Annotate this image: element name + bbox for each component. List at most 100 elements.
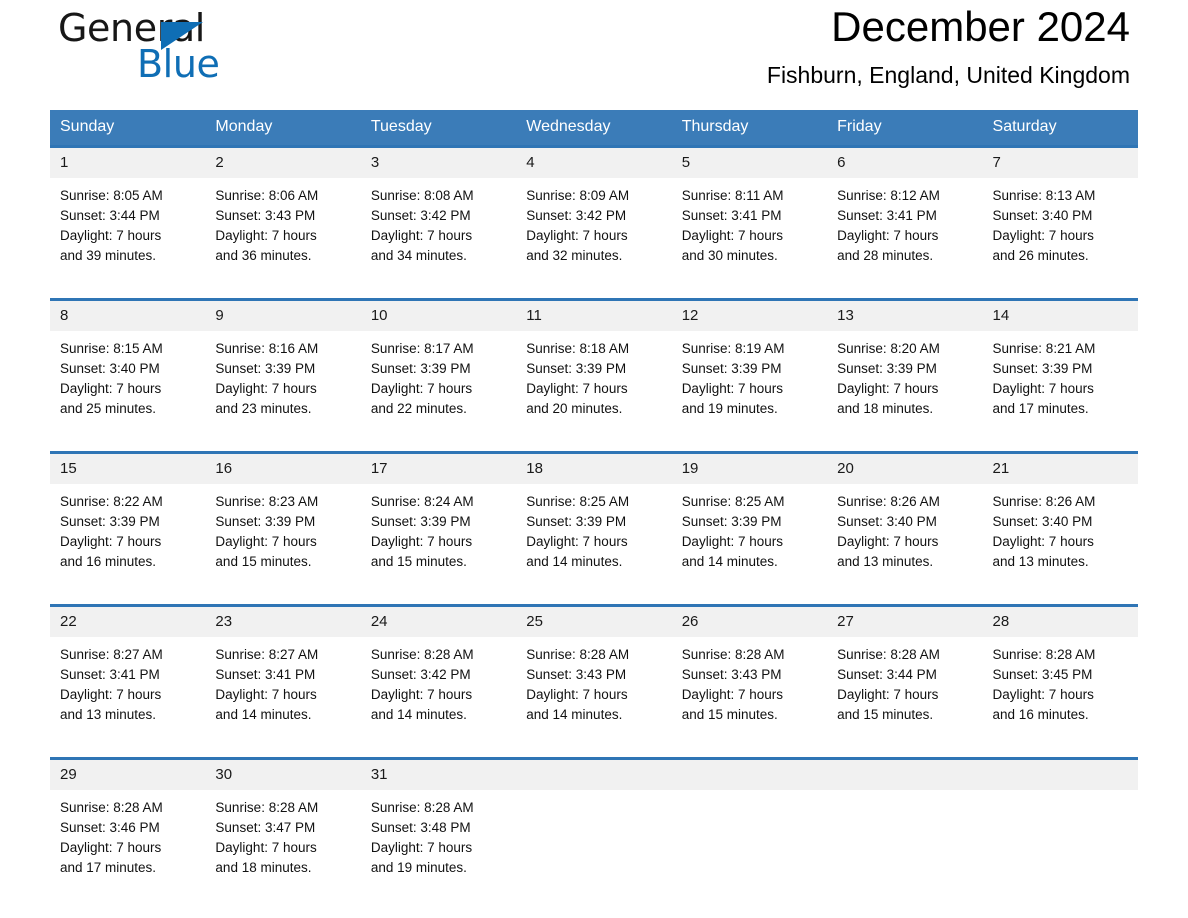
sunset-text: Sunset: 3:39 PM (526, 361, 627, 376)
day-details: Sunrise: 8:25 AM Sunset: 3:39 PM Dayligh… (516, 484, 671, 582)
sunset-text: Sunset: 3:39 PM (370, 514, 471, 529)
daylight-text-line2: and 26 minutes. (992, 248, 1089, 263)
sunset-text: Sunset: 3:40 PM (992, 514, 1093, 529)
day-cell[interactable]: 27 Sunrise: 8:28 AM Sunset: 3:44 PM Dayl… (827, 604, 983, 735)
daylight-text-line1: Daylight: 7 hours (992, 534, 1094, 549)
day-number: 11 (516, 301, 672, 331)
week-row: 22 Sunrise: 8:27 AM Sunset: 3:41 PM Dayl… (50, 604, 1138, 735)
sunrise-text: Sunrise: 8:06 AM (215, 188, 319, 203)
sunset-text: Sunset: 3:41 PM (837, 208, 937, 223)
daylight-text-line1: Daylight: 7 hours (370, 381, 473, 396)
daylight-text-line1: Daylight: 7 hours (526, 534, 628, 549)
sunrise-text: Sunrise: 8:13 AM (992, 188, 1096, 203)
day-cell[interactable]: 7 Sunrise: 8:13 AM Sunset: 3:40 PM Dayli… (982, 145, 1138, 276)
sunset-text: Sunset: 3:42 PM (370, 208, 471, 223)
day-number: 4 (516, 148, 672, 178)
sunset-text: Sunset: 3:42 PM (370, 667, 471, 682)
sunset-text: Sunset: 3:39 PM (681, 514, 782, 529)
sunset-text: Sunset: 3:39 PM (215, 514, 316, 529)
week-spacer-cell (50, 429, 1138, 453)
day-cell[interactable]: 19 Sunrise: 8:25 AM Sunset: 3:39 PM Dayl… (671, 451, 828, 582)
daylight-text-line2: and 15 minutes. (837, 707, 934, 722)
day-cell[interactable]: 31 Sunrise: 8:28 AM Sunset: 3:48 PM Dayl… (360, 757, 517, 888)
calendar-body: 1 Sunrise: 8:05 AM Sunset: 3:44 PM Dayli… (50, 145, 1138, 888)
day-cell-empty (827, 757, 983, 888)
daylight-text-line1: Daylight: 7 hours (60, 534, 162, 549)
daylight-text-line1: Daylight: 7 hours (370, 840, 473, 855)
day-number: 8 (50, 301, 206, 331)
day-cell[interactable]: 4 Sunrise: 8:09 AM Sunset: 3:42 PM Dayli… (516, 145, 672, 276)
day-details: Sunrise: 8:26 AM Sunset: 3:40 PM Dayligh… (827, 484, 982, 582)
daylight-text-line2: and 19 minutes. (681, 401, 778, 416)
day-cell[interactable]: 6 Sunrise: 8:12 AM Sunset: 3:41 PM Dayli… (827, 145, 983, 276)
daylight-text-line1: Daylight: 7 hours (215, 687, 317, 702)
day-number: 26 (671, 607, 828, 637)
daylight-text-line1: Daylight: 7 hours (681, 381, 783, 396)
day-number: 7 (982, 148, 1138, 178)
daylight-text-line1: Daylight: 7 hours (992, 687, 1094, 702)
day-details: Sunrise: 8:28 AM Sunset: 3:42 PM Dayligh… (361, 637, 516, 735)
sunset-text: Sunset: 3:39 PM (837, 361, 937, 376)
daylight-text-line2: and 17 minutes. (992, 401, 1089, 416)
day-cell[interactable]: 16 Sunrise: 8:23 AM Sunset: 3:39 PM Dayl… (205, 451, 361, 582)
sunset-text: Sunset: 3:40 PM (992, 208, 1093, 223)
day-cell[interactable]: 5 Sunrise: 8:11 AM Sunset: 3:41 PM Dayli… (671, 145, 828, 276)
daylight-text-line1: Daylight: 7 hours (215, 228, 317, 243)
sunset-text: Sunset: 3:40 PM (837, 514, 937, 529)
day-cell[interactable]: 22 Sunrise: 8:27 AM Sunset: 3:41 PM Dayl… (50, 604, 206, 735)
daylight-text-line2: and 19 minutes. (370, 860, 467, 875)
sunset-text: Sunset: 3:43 PM (681, 667, 782, 682)
day-number: 25 (516, 607, 672, 637)
day-details: Sunrise: 8:06 AM Sunset: 3:43 PM Dayligh… (205, 178, 360, 276)
day-cell[interactable]: 26 Sunrise: 8:28 AM Sunset: 3:43 PM Dayl… (671, 604, 828, 735)
day-cell[interactable]: 2 Sunrise: 8:06 AM Sunset: 3:43 PM Dayli… (205, 145, 361, 276)
daylight-text-line2: and 15 minutes. (681, 707, 778, 722)
day-cell[interactable]: 11 Sunrise: 8:18 AM Sunset: 3:39 PM Dayl… (516, 298, 672, 429)
day-cell[interactable]: 1 Sunrise: 8:05 AM Sunset: 3:44 PM Dayli… (50, 145, 206, 276)
day-cell[interactable]: 14 Sunrise: 8:21 AM Sunset: 3:39 PM Dayl… (982, 298, 1138, 429)
weekday-header-row: Sunday Monday Tuesday Wednesday Thursday… (50, 110, 1138, 147)
sunrise-text: Sunrise: 8:23 AM (215, 494, 319, 509)
day-cell[interactable]: 24 Sunrise: 8:28 AM Sunset: 3:42 PM Dayl… (360, 604, 517, 735)
sunrise-text: Sunrise: 8:28 AM (681, 647, 785, 662)
sunset-text: Sunset: 3:42 PM (526, 208, 627, 223)
sunrise-text: Sunrise: 8:11 AM (681, 188, 784, 203)
week-spacer-cell (50, 276, 1138, 300)
sunset-text: Sunset: 3:43 PM (215, 208, 316, 223)
day-cell[interactable]: 3 Sunrise: 8:08 AM Sunset: 3:42 PM Dayli… (360, 145, 517, 276)
day-cell[interactable]: 13 Sunrise: 8:20 AM Sunset: 3:39 PM Dayl… (827, 298, 983, 429)
day-cell[interactable]: 23 Sunrise: 8:27 AM Sunset: 3:41 PM Dayl… (205, 604, 361, 735)
day-cell[interactable]: 17 Sunrise: 8:24 AM Sunset: 3:39 PM Dayl… (360, 451, 517, 582)
day-cell[interactable]: 21 Sunrise: 8:26 AM Sunset: 3:40 PM Dayl… (982, 451, 1138, 582)
day-cell[interactable]: 10 Sunrise: 8:17 AM Sunset: 3:39 PM Dayl… (360, 298, 517, 429)
day-cell[interactable]: 18 Sunrise: 8:25 AM Sunset: 3:39 PM Dayl… (516, 451, 672, 582)
generalblue-logo[interactable]: General Blue (58, 6, 318, 92)
day-details: Sunrise: 8:27 AM Sunset: 3:41 PM Dayligh… (50, 637, 205, 735)
week-spacer (50, 735, 1138, 759)
day-details: Sunrise: 8:20 AM Sunset: 3:39 PM Dayligh… (827, 331, 982, 429)
sunset-text: Sunset: 3:39 PM (681, 361, 782, 376)
week-spacer (50, 276, 1138, 300)
daylight-text-line1: Daylight: 7 hours (526, 381, 628, 396)
day-cell[interactable]: 20 Sunrise: 8:26 AM Sunset: 3:40 PM Dayl… (827, 451, 983, 582)
day-cell[interactable]: 30 Sunrise: 8:28 AM Sunset: 3:47 PM Dayl… (205, 757, 361, 888)
day-cell[interactable]: 9 Sunrise: 8:16 AM Sunset: 3:39 PM Dayli… (205, 298, 361, 429)
day-cell[interactable]: 25 Sunrise: 8:28 AM Sunset: 3:43 PM Dayl… (516, 604, 672, 735)
day-details: Sunrise: 8:28 AM Sunset: 3:44 PM Dayligh… (827, 637, 982, 735)
day-number (982, 760, 1138, 790)
daylight-text-line2: and 15 minutes. (215, 554, 312, 569)
day-number: 2 (205, 148, 361, 178)
daylight-text-line2: and 13 minutes. (60, 707, 157, 722)
day-details: Sunrise: 8:24 AM Sunset: 3:39 PM Dayligh… (361, 484, 516, 582)
day-details: Sunrise: 8:15 AM Sunset: 3:40 PM Dayligh… (50, 331, 205, 429)
day-cell[interactable]: 29 Sunrise: 8:28 AM Sunset: 3:46 PM Dayl… (50, 757, 206, 888)
day-cell[interactable]: 8 Sunrise: 8:15 AM Sunset: 3:40 PM Dayli… (50, 298, 206, 429)
day-cell[interactable]: 28 Sunrise: 8:28 AM Sunset: 3:45 PM Dayl… (982, 604, 1138, 735)
day-cell[interactable]: 12 Sunrise: 8:19 AM Sunset: 3:39 PM Dayl… (671, 298, 828, 429)
daylight-text-line1: Daylight: 7 hours (526, 228, 628, 243)
weekday-header-tuesday: Tuesday (360, 110, 517, 147)
daylight-text-line2: and 36 minutes. (215, 248, 312, 263)
day-cell[interactable]: 15 Sunrise: 8:22 AM Sunset: 3:39 PM Dayl… (50, 451, 206, 582)
daylight-text-line1: Daylight: 7 hours (681, 228, 783, 243)
daylight-text-line1: Daylight: 7 hours (526, 687, 628, 702)
